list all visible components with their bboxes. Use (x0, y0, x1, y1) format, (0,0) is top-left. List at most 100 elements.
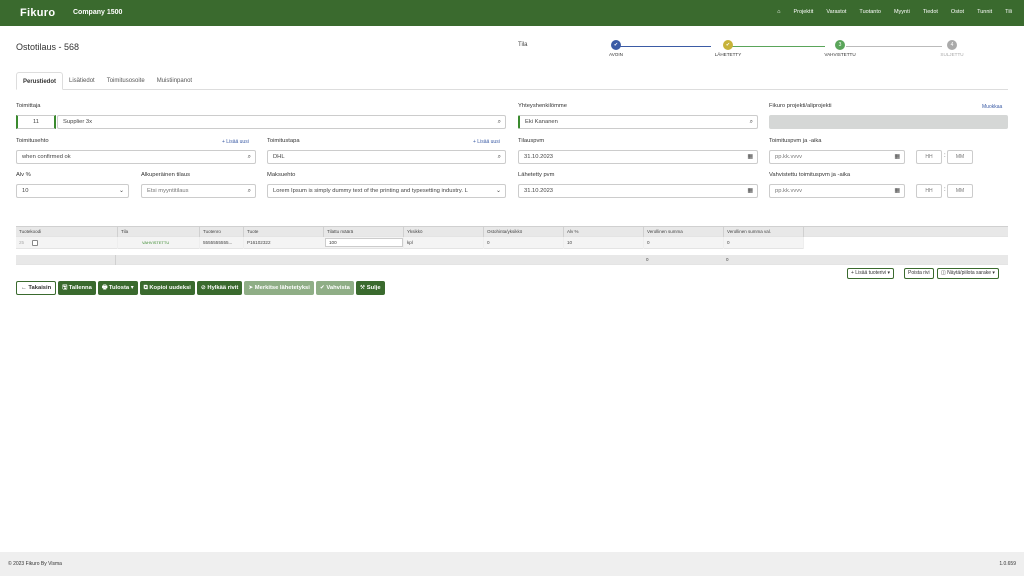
footer-divider (115, 255, 116, 265)
step-label: SULJETTU (940, 52, 964, 57)
col-header[interactable]: Verollinen summa (643, 227, 723, 237)
table-row[interactable]: 25 VAHVISTETTU 5555555555... P16102322 1… (16, 237, 1008, 249)
sent-date-input[interactable]: 31.10.2023 ▦ (518, 184, 758, 198)
add-product-row-button[interactable]: + Lisää tuoterivi ▾ (847, 268, 895, 279)
col-header[interactable]: Yksikkö (403, 227, 483, 237)
nav-tuotanto[interactable]: Tuotanto (859, 9, 881, 15)
close-button[interactable]: ⚒ Sulje (355, 281, 385, 295)
nav-ostot[interactable]: Ostot (951, 9, 964, 15)
contact-name: Eki Kananen (525, 119, 558, 125)
delivery-method-input[interactable]: DHL ⌕ (267, 150, 506, 164)
vat-label: Alv % (16, 172, 31, 178)
supplier-code-field[interactable]: 11 (16, 115, 56, 129)
row-qty-input[interactable]: 100 (325, 238, 403, 247)
step-avoin: ✔ AVOIN (586, 40, 646, 57)
confirm-button[interactable]: ✔ Vahvista (315, 281, 354, 295)
step-label: AVOIN (609, 52, 623, 57)
home-icon[interactable]: ⌂ (777, 9, 780, 15)
original-order-placeholder: Etsi myyntitilaus (147, 188, 189, 194)
save-button[interactable]: 🖫 Tallenna (58, 281, 96, 295)
row-price[interactable]: 0 (483, 237, 563, 249)
tab-perustiedot[interactable]: Perustiedot (16, 72, 64, 90)
add-delivery-method-link[interactable]: + Lisää uusi (473, 139, 500, 145)
original-order-input[interactable]: Etsi myyntitilaus ⌕ (141, 184, 256, 198)
tab-lisatiedot[interactable]: Lisätiedot (63, 72, 101, 90)
payment-terms-select[interactable]: Lorem Ipsum is simply dummy text of the … (267, 184, 506, 198)
tab-toimitusosoite[interactable]: Toimitusosoite (101, 72, 151, 90)
payment-terms-label: Maksuehto (267, 172, 296, 178)
search-icon[interactable]: ⌕ (248, 185, 251, 197)
delivery-minute-input[interactable]: MM (947, 150, 973, 164)
contact-search-input[interactable]: Eki Kananen ⌕ (518, 115, 758, 129)
mark-sent-button[interactable]: ➤ Merkitse lähetetyksi (244, 281, 314, 295)
toggle-columns-button[interactable]: ◫ Näytä/piilota sarake ▾ (937, 268, 999, 279)
tab-bar: Perustiedot Lisätiedot Toimitusosoite Mu… (16, 72, 1008, 90)
nav-tiedot[interactable]: Tiedot (923, 9, 938, 15)
step-number: 3 (835, 40, 845, 50)
row-sum-cur: 0 (723, 237, 803, 249)
nav-tunnit[interactable]: Tunnit (977, 9, 992, 15)
delivery-date-label: Toimituspvm ja -aika (769, 138, 822, 144)
search-icon[interactable]: ⌕ (498, 116, 501, 128)
search-icon[interactable]: ⌕ (248, 151, 251, 163)
delivery-date-input[interactable]: pp.kk.vvvv ▦ (769, 150, 905, 164)
confirmed-date-label: Vahvistettu toimituspvm ja -aika (769, 172, 851, 178)
col-header[interactable]: Tilattu määrä (323, 227, 403, 237)
col-header[interactable]: Tuotenro (199, 227, 243, 237)
reject-rows-button[interactable]: ⊘ Hylkää rivit (196, 281, 243, 295)
status-text: VAHVISTETTU (142, 240, 170, 245)
calendar-icon[interactable]: ▦ (747, 151, 753, 163)
col-header[interactable]: Tila (117, 227, 199, 237)
nav-tili[interactable]: Tili (1005, 9, 1012, 15)
print-button[interactable]: 🖶 Tulosta ▾ (97, 281, 138, 295)
row-vat: 10 (563, 237, 643, 249)
delivery-method-value: DHL (273, 154, 285, 160)
version-text: 1.0.659 (999, 561, 1016, 567)
col-header[interactable]: Ostohinta/yksikkö (483, 227, 563, 237)
time-separator: : (944, 153, 946, 159)
copy-as-new-button[interactable]: ⧉ Kopioi uudeksi (139, 281, 195, 295)
row-productno: 5555555555... (199, 237, 243, 249)
company-name[interactable]: Company 1500 (73, 9, 122, 16)
delivery-date-placeholder: pp.kk.vvvv (775, 154, 803, 160)
delete-row-button[interactable]: Poista rivi (904, 268, 934, 279)
col-header[interactable]: Verollinen summa val. (723, 227, 803, 237)
contact-label: Yhteyshenkilömme (518, 103, 567, 109)
back-button[interactable]: ← Takaisin (16, 281, 57, 295)
edit-project-link[interactable]: Muokkaa (982, 104, 1002, 110)
supplier-search-input[interactable]: Supplier 3x ⌕ (57, 115, 506, 129)
nav-myynti[interactable]: Myynti (894, 9, 910, 15)
brand-logo[interactable]: Fikuro (20, 7, 55, 19)
delivery-terms-label: Toimitusehto (16, 138, 49, 144)
vat-value: 10 (22, 188, 29, 194)
col-header[interactable]: Tuotekoodi (16, 227, 116, 237)
confirmed-hour-input[interactable]: HH (916, 184, 942, 198)
col-header[interactable]: Alv % (563, 227, 643, 237)
step-label: LÄHETETTY (714, 52, 742, 57)
search-icon[interactable]: ⌕ (498, 151, 501, 163)
row-checkbox[interactable] (32, 240, 38, 246)
calendar-icon[interactable]: ▦ (894, 185, 900, 197)
delivery-hour-input[interactable]: HH (916, 150, 942, 164)
calendar-icon[interactable]: ▦ (894, 151, 900, 163)
nav-varastot[interactable]: Varastot (826, 9, 846, 15)
time-separator: : (944, 187, 946, 193)
status-progress: ✔ AVOIN ✔ LÄHETETTY 3 VAHVISTETTU 4 SULJ… (600, 40, 974, 62)
confirmed-minute-input[interactable]: MM (947, 184, 973, 198)
confirmed-date-input[interactable]: pp.kk.vvvv ▦ (769, 184, 905, 198)
calendar-icon[interactable]: ▦ (747, 185, 753, 197)
sent-date-label: Lähetetty pvm (518, 172, 555, 178)
project-label: Fikuro projekti/aliprojekti (769, 103, 832, 109)
vat-select[interactable]: 10 ⌄ (16, 184, 129, 198)
delivery-terms-value: when confirmed ok (22, 154, 71, 160)
col-header[interactable]: Tuote (243, 227, 323, 237)
nav-projektit[interactable]: Projektit (793, 9, 813, 15)
delivery-terms-input[interactable]: when confirmed ok ⌕ (16, 150, 256, 164)
row-product: P16102322 (243, 237, 323, 249)
add-delivery-terms-link[interactable]: + Lisää uusi (222, 139, 249, 145)
search-icon[interactable]: ⌕ (750, 116, 753, 128)
tab-muistiinpanot[interactable]: Muistiinpanot (151, 72, 198, 90)
table-header: Tuotekoodi Tila Tuotenro Tuote Tilattu m… (16, 226, 1008, 237)
footer-sum-cur: 0 (726, 257, 729, 262)
order-date-input[interactable]: 31.10.2023 ▦ (518, 150, 758, 164)
